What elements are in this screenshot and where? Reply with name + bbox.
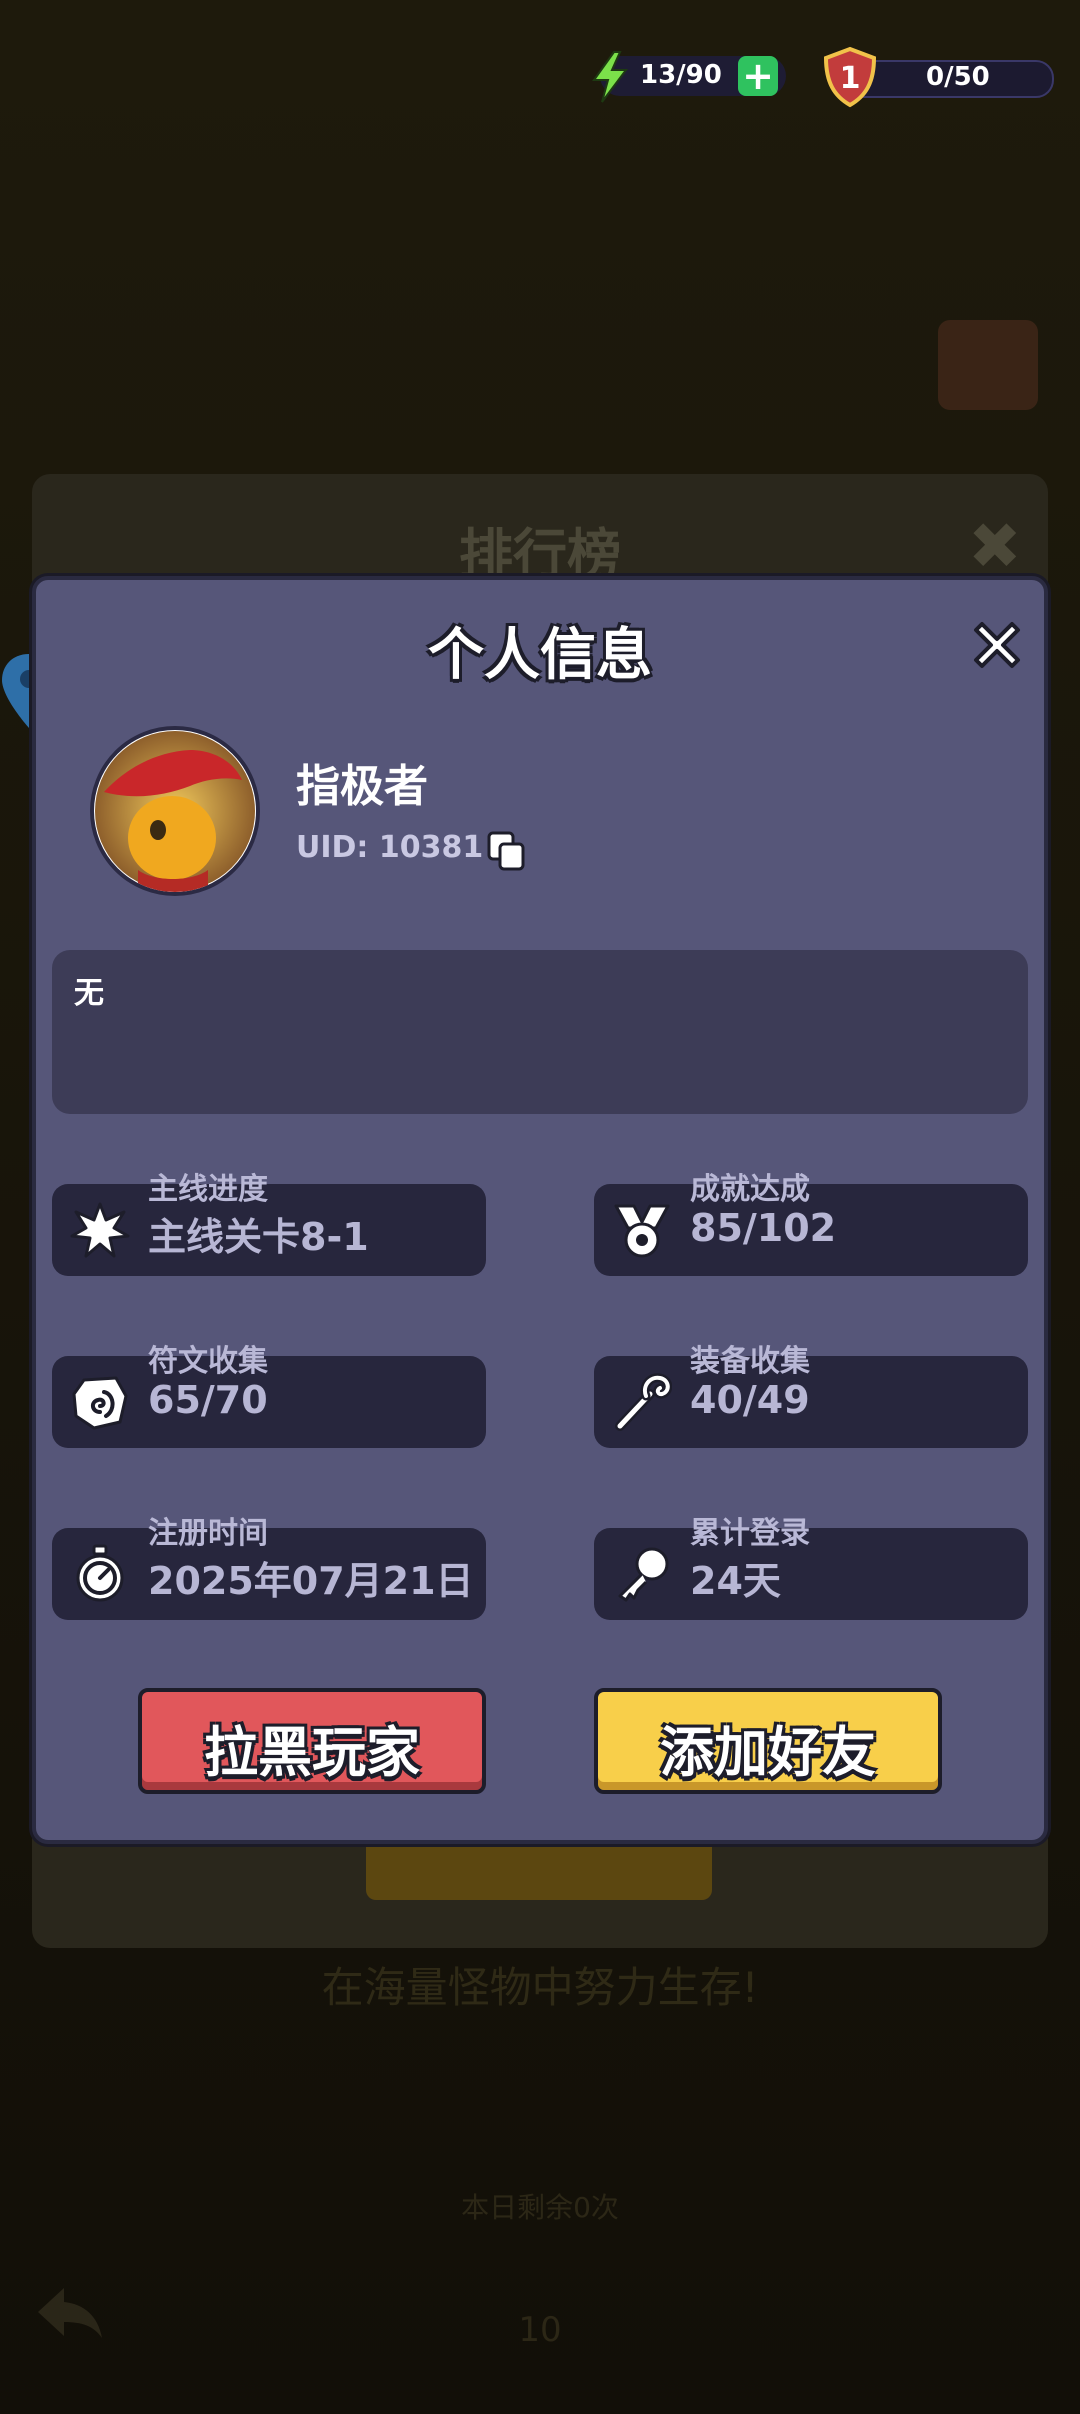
stat-value-runes: 65/70: [148, 1378, 268, 1422]
energy-count: 13/90: [640, 60, 722, 90]
stat-value-main-progress: 主线关卡8-1: [148, 1215, 369, 1259]
bio-text: 无: [74, 976, 104, 1011]
stat-label-main-progress: 主线进度: [148, 1172, 268, 1207]
copy-icon[interactable]: [486, 830, 526, 872]
rank-level: 1: [840, 61, 861, 96]
stat-value-register-date: 2025年07月21日: [148, 1559, 474, 1603]
player-uid: UID: 10381: [296, 830, 484, 865]
rank-shield-icon: 1: [823, 46, 877, 108]
stat-value-login-days: 24天: [690, 1559, 781, 1603]
background-remaining-count: 本日剩余0次: [461, 2191, 619, 2224]
gift-icon: [938, 320, 1038, 410]
rank-progress-text: 0/50: [926, 62, 990, 92]
bio-box: [52, 950, 1028, 1114]
stat-label-equipment: 装备收集: [690, 1344, 810, 1379]
lightning-bolt-icon: [592, 51, 628, 103]
stat-label-login-days: 累计登录: [690, 1516, 810, 1551]
block-player-button[interactable]: 拉黑玩家: [138, 1688, 486, 1794]
add-friend-label: 添加好友: [660, 1721, 876, 1784]
rune-stone-icon: [72, 1376, 128, 1430]
key-icon: [618, 1547, 669, 1602]
background-cost: 10: [518, 2310, 562, 2350]
stat-value-equipment: 40/49: [690, 1378, 810, 1422]
leaderboard-close-icon: ✖: [968, 510, 1022, 584]
add-friend-button[interactable]: 添加好友: [594, 1688, 942, 1794]
medal-icon: [614, 1204, 670, 1258]
avatar[interactable]: [90, 726, 260, 896]
starburst-icon: [70, 1202, 130, 1258]
stat-value-achievements: 85/102: [690, 1206, 837, 1250]
avatar-image: [95, 731, 255, 892]
stopwatch-icon: [76, 1544, 124, 1602]
back-arrow-icon: [38, 2288, 102, 2338]
stat-label-runes: 符文收集: [148, 1344, 268, 1379]
staff-icon: [615, 1373, 672, 1431]
player-name: 指极者: [296, 761, 428, 812]
stat-label-register-date: 注册时间: [148, 1516, 268, 1551]
block-player-label: 拉黑玩家: [204, 1721, 420, 1784]
dialog-title: 个人信息: [428, 623, 652, 688]
close-icon[interactable]: [968, 616, 1026, 674]
background-tagline: 在海量怪物中努力生存!: [321, 1963, 759, 2012]
add-energy-button[interactable]: +: [738, 56, 778, 96]
stat-label-achievements: 成就达成: [690, 1172, 810, 1207]
